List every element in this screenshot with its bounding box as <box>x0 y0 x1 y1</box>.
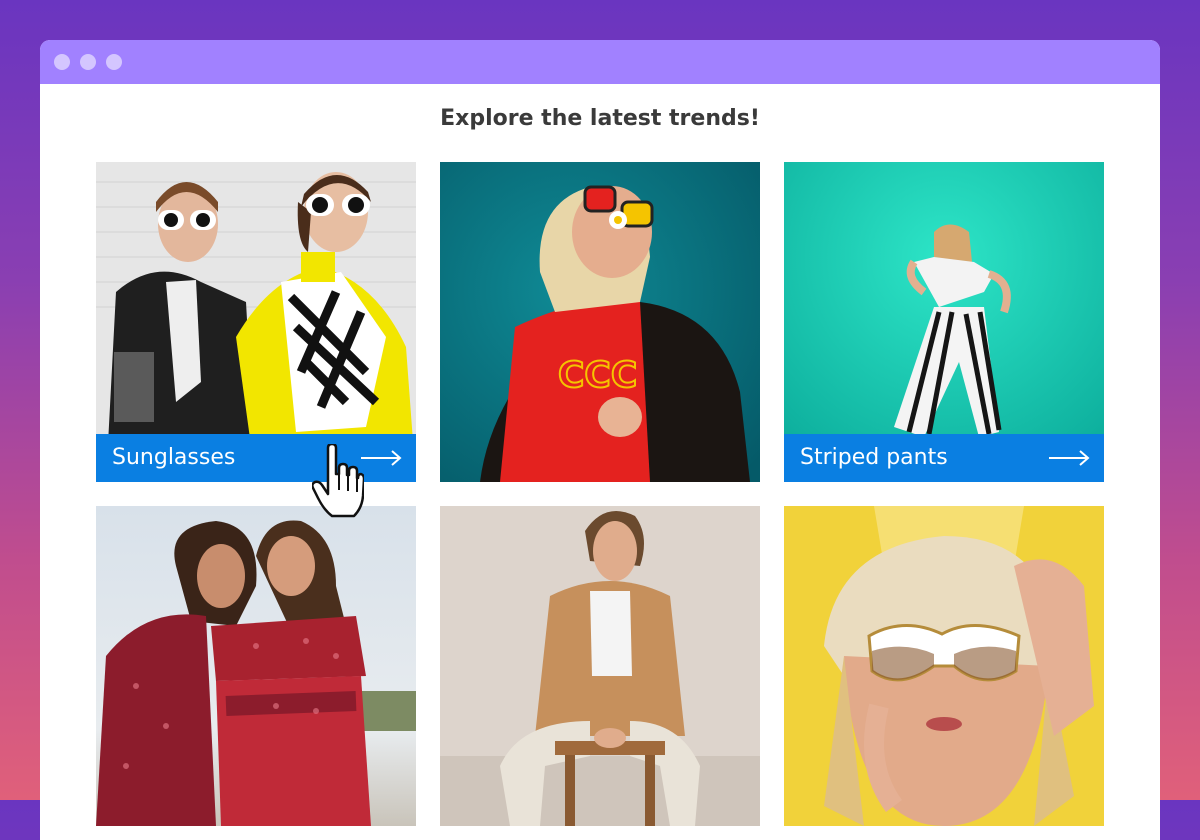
card-label-bar[interactable]: Striped pants <box>784 434 1104 482</box>
window-titlebar <box>40 40 1160 84</box>
page-title: Explore the latest trends! <box>440 106 760 131</box>
trend-card-striped-pants[interactable]: Striped pants <box>784 162 1104 482</box>
beret-photo <box>784 506 1104 826</box>
trend-card-sunglasses[interactable]: Sunglasses <box>96 162 416 482</box>
hand-pointer-icon <box>312 444 364 518</box>
card-label-striped-pants: Striped pants <box>800 445 948 470</box>
camel-blazer-photo <box>440 506 760 826</box>
red-top-photo: CCC <box>440 162 760 482</box>
trend-grid: Sunglasses CCC Striped pants <box>96 162 1104 840</box>
trend-card-beret[interactable] <box>784 506 1104 826</box>
svg-text:CCC: CCC <box>558 355 637 396</box>
arrow-right-icon <box>1049 450 1090 466</box>
card-label-bar[interactable]: Sunglasses <box>96 434 416 482</box>
trend-card-camel-blazer[interactable] <box>440 506 760 826</box>
browser-window: Explore the latest trends! Sunglasses CC… <box>40 40 1160 840</box>
window-minimize-dot[interactable] <box>80 54 96 70</box>
trend-card-sequin-dress[interactable] <box>96 506 416 826</box>
window-maximize-dot[interactable] <box>106 54 122 70</box>
sequin-dress-photo <box>96 506 416 826</box>
page-content: Explore the latest trends! Sunglasses CC… <box>40 84 1160 840</box>
trend-card-red-top[interactable]: CCC <box>440 162 760 482</box>
window-close-dot[interactable] <box>54 54 70 70</box>
arrow-right-icon <box>361 450 402 466</box>
card-label-sunglasses: Sunglasses <box>112 445 236 470</box>
